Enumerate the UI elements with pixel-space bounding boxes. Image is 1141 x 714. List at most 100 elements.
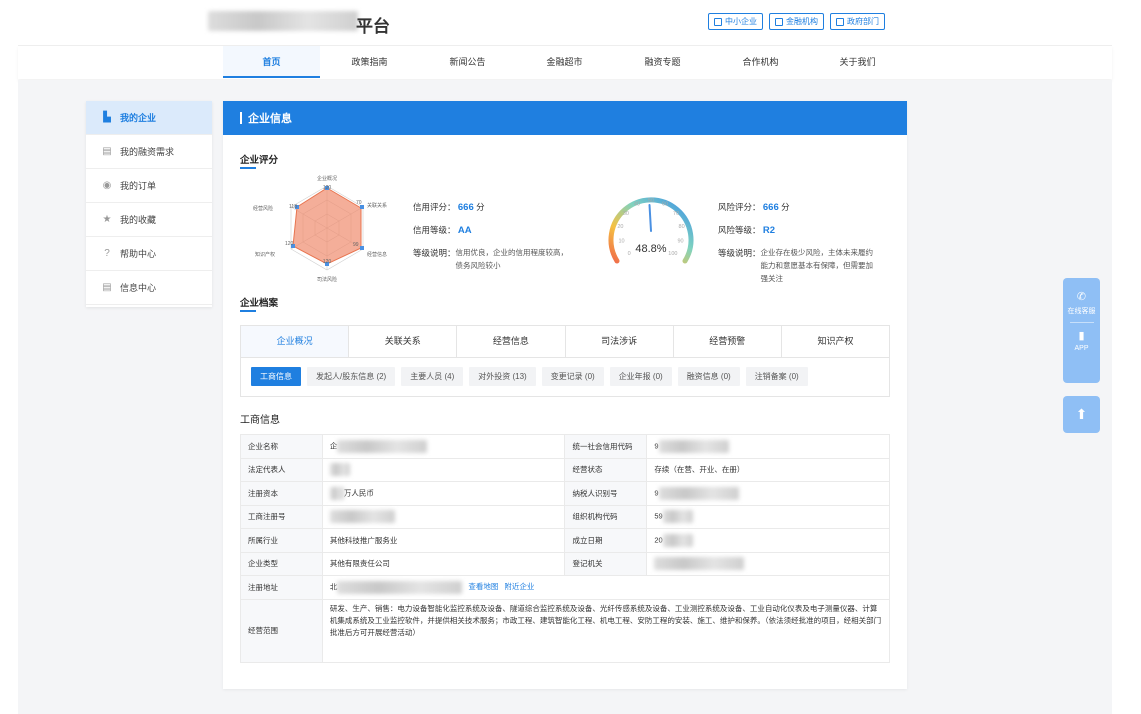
address-value: 北 查看地图 附近企业 [321,575,891,600]
radar-axis-value: 70 [356,200,362,206]
established-date-value: 20 [646,528,890,553]
sidebar-item-financing-needs[interactable]: ▤ 我的融资需求 [86,135,212,169]
redacted-value [658,486,739,500]
floating-toolbar: ✆ 在线客服 ▮ APP [1063,278,1100,383]
view-map-link[interactable]: 查看地图 [468,582,498,591]
tab-operation[interactable]: 经营信息 [457,326,566,357]
online-service-button[interactable]: ✆ 在线客服 [1063,278,1100,316]
portal-switch-buttons: 中小企业 金融机构 政府部门 [708,13,885,30]
radar-axis-label: 企业概况 [317,175,337,182]
sidebar-item-favorites[interactable]: ★ 我的收藏 [86,203,212,237]
subtab-financing-info[interactable]: 融资信息 (0) [677,367,740,386]
bank-user-icon [775,17,783,26]
sme-portal-button[interactable]: 中小企业 [708,13,763,30]
nav-about-us[interactable]: 关于我们 [809,46,906,78]
gauge-tick-label: 30 [623,211,629,217]
org-code-value: 59 [646,504,890,529]
radar-axis-label: 司法风险 [317,276,337,283]
tab-overview[interactable]: 企业概况 [241,326,350,357]
subtab-change-records[interactable]: 变更记录 (0) [541,367,604,386]
gauge-tick-label: 80 [679,224,685,230]
nav-news[interactable]: 新闻公告 [419,46,516,78]
company-info-panel: 企业信息 企业评分 企业概况 120 关联关系 70 经营信息 99 司法风险 … [223,101,907,689]
sidebar-item-label: 信息中心 [120,283,157,293]
phone-chat-icon: ✆ [1076,291,1087,303]
redacted-value [662,533,693,547]
nav-finance-market[interactable]: 金融超市 [516,46,613,78]
nav-financing-topics[interactable]: 融资专题 [614,46,711,78]
field-label: 法定代表人 [240,457,323,482]
subtab-investments[interactable]: 对外投资 (13) [469,367,536,386]
field-value: 万人民币 [343,488,374,498]
tab-relations[interactable]: 关联关系 [349,326,458,357]
sidebar-item-label: 我的企业 [120,113,157,123]
online-service-label: 在线客服 [1067,308,1096,315]
overview-subtabs: 工商信息 发起人/股东信息 (2) 主要人员 (4) 对外投资 (13) 变更记… [240,357,890,397]
app-button[interactable]: ▮ APP [1063,329,1100,352]
subtab-business-info[interactable]: 工商信息 [251,367,301,386]
credit-level-label: 信用等级： [413,225,456,235]
order-icon: ◉ [102,179,112,191]
gauge-tick-label: 50 [648,198,654,204]
sidebar-item-help[interactable]: ? 帮助中心 [86,237,212,271]
credit-code-value: 9 [646,434,890,459]
subtab-shareholders[interactable]: 发起人/股东信息 (2) [307,367,396,386]
redacted-value [337,439,428,453]
redacted-value [654,557,745,571]
field-label: 注册资本 [240,481,323,506]
credit-desc-row: 等级说明： 信用优良，企业的信用程度较高，债务风险较小 [413,246,573,272]
company-type-value: 其他有限责任公司 [321,551,566,576]
government-portal-button[interactable]: 政府部门 [830,13,885,30]
sidebar-item-orders[interactable]: ◉ 我的订单 [86,169,212,203]
arrow-up-icon: ⬆ [1075,406,1088,422]
archive-tabs: 企业概况 关联关系 经营信息 司法涉诉 经营预警 知识产权 [240,325,890,358]
field-label: 经营状态 [564,457,648,482]
field-value: 59 [654,511,663,521]
financial-institution-label: 金融机构 [786,17,818,26]
sme-portal-label: 中小企业 [725,17,757,26]
nearby-companies-link[interactable]: 附近企业 [504,582,534,591]
gauge-tick-label: 100 [668,251,677,257]
score-section-label: 企业评分 [240,155,279,166]
subtab-key-personnel[interactable]: 主要人员 (4) [401,367,464,386]
registration-no-value [321,504,566,529]
subtab-deregistration[interactable]: 注销备案 (0) [745,367,808,386]
gauge-tick-label: 40 [634,201,640,207]
gauge-tick-label: 70 [673,211,679,217]
registered-capital-value: 万人民币 [321,481,566,506]
radar-axis-value: 120 [323,259,332,265]
redacted-value [329,463,350,477]
score-section-title: 企业评分 [240,152,279,169]
field-label: 所属行业 [240,528,323,553]
credit-score-block: 信用评分： 666 分 信用等级： AA 等级说明： 信用优良，企业的信用程度较高… [413,200,573,272]
sidebar-item-my-company[interactable]: ▙ 我的企业 [86,101,212,135]
tab-warning[interactable]: 经营预警 [674,326,782,357]
table-row: 经营范围 研发、生产、销售：电力设备智能化监控系统及设备、隧道综合监控系统及设备… [240,598,891,663]
back-to-top-button[interactable]: ⬆ [1063,396,1100,433]
nav-partners[interactable]: 合作机构 [712,46,809,78]
financial-institution-button[interactable]: 金融机构 [769,13,824,30]
risk-score-unit: 分 [781,202,790,212]
redacted-value [337,580,463,594]
credit-score-unit: 分 [476,202,485,212]
subtab-annual-reports[interactable]: 企业年报 (0) [609,367,672,386]
industry-value: 其他科技推广服务业 [321,528,566,553]
field-label: 注册地址 [240,575,323,600]
sidebar-item-label: 我的融资需求 [120,147,175,157]
help-icon: ? [104,247,110,259]
tab-judicial[interactable]: 司法涉诉 [566,326,674,357]
sidebar-item-info-center[interactable]: ▤ 信息中心 [86,271,212,305]
field-label: 成立日期 [564,528,648,553]
credit-score-value: 666 [457,202,474,213]
field-label: 纳税人识别号 [564,481,648,506]
nav-policy-guide[interactable]: 政策指南 [321,46,418,78]
divider [1069,322,1094,323]
redacted-value [662,510,693,524]
nav-home[interactable]: 首页 [223,46,320,78]
tab-ip[interactable]: 知识产权 [782,326,889,357]
document-icon: ▤ [102,145,112,157]
main-nav: 首页 政策指南 新闻公告 金融超市 融资专题 合作机构 关于我们 [18,46,1112,79]
table-row: 所属行业 其他科技推广服务业 成立日期 20 [240,528,890,553]
credit-level-value: AA [457,225,472,236]
government-portal-label: 政府部门 [847,17,879,26]
